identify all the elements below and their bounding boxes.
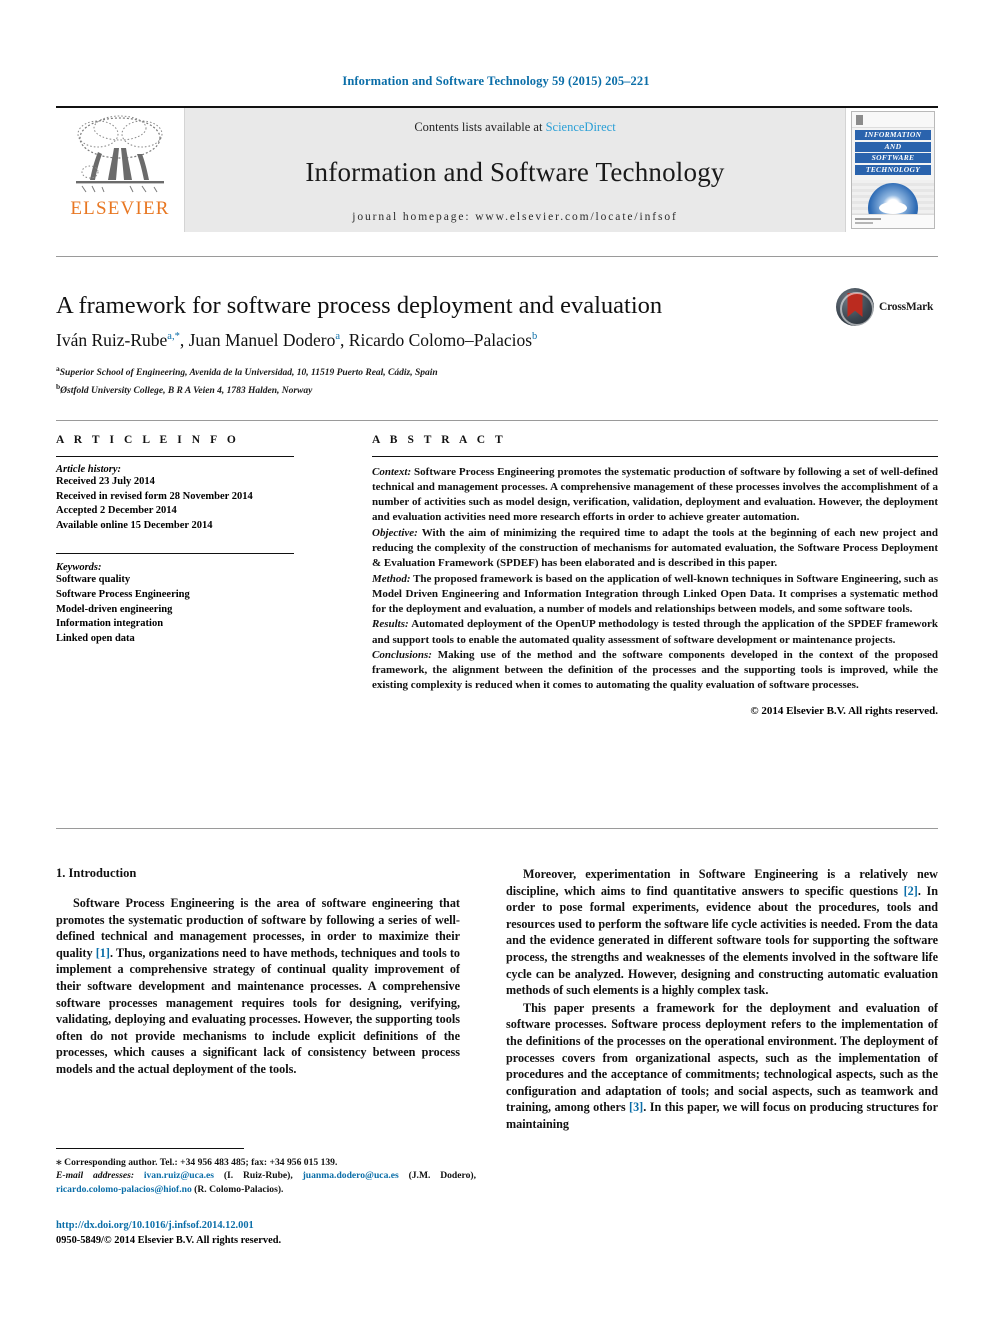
abstract-label-results: Results: <box>372 618 409 631</box>
abstract-panel: A B S T R A C T Context: Software Proces… <box>372 434 938 717</box>
crossmark-icon <box>836 288 874 326</box>
abstract-label-objective: Objective: <box>372 526 418 539</box>
author-marks-2[interactable]: b <box>532 331 537 342</box>
info-divider-bottom <box>56 828 938 829</box>
affiliation-b: bØstfold University College, B R A Veien… <box>56 380 756 398</box>
running-head: Information and Software Technology 59 (… <box>342 74 650 88</box>
abstract-text-objective: With the aim of minimizing the required … <box>372 526 938 570</box>
email-owner-1: (J.M. Dodero) <box>408 1170 474 1182</box>
article-history-label: Article history: <box>56 464 122 475</box>
abstract-text-conclusions: Making use of the method and the softwar… <box>372 649 938 692</box>
article-history-1: Received in revised form 28 November 201… <box>56 490 253 502</box>
affiliations: aSuperior School of Engineering, Avenida… <box>56 362 756 398</box>
email-owner-0: (I. Ruiz-Rube) <box>223 1170 291 1182</box>
crossmark-badge[interactable]: CrossMark <box>836 288 938 326</box>
email-link-0[interactable]: ivan.ruiz@uca.es <box>144 1170 214 1181</box>
body-column-right: Moreover, experimentation in Software En… <box>506 866 938 1134</box>
email-owner-2: (R. Colomo-Palacios) <box>194 1183 282 1195</box>
footnote-block: ⁎ Corresponding author. Tel.: +34 956 48… <box>56 1156 476 1195</box>
email-addresses-label: E-mail addresses: <box>56 1170 135 1182</box>
affiliation-text-b: Østfold University College, B R A Veien … <box>60 386 313 397</box>
journal-masthead: ELSEVIER Contents lists available at Sci… <box>56 106 938 232</box>
article-info-panel: A R T I C L E I N F O Article history: R… <box>56 434 356 646</box>
keyword-3: Information integration <box>56 618 164 630</box>
intro-paragraph-3: This paper presents a framework for the … <box>506 1000 939 1131</box>
cover-title-bands: INFORMATION AND SOFTWARE TECHNOLOGY <box>852 128 934 175</box>
intro-paragraph-2: Moreover, experimentation in Software En… <box>506 867 938 998</box>
body-column-left: 1. Introduction Software Process Enginee… <box>56 866 460 1079</box>
abstract-copyright: © 2014 Elsevier B.V. All rights reserved… <box>750 705 938 718</box>
keyword-0: Software quality <box>56 574 131 586</box>
journal-title: Information and Software Technology <box>305 156 725 187</box>
affiliation-text-a: Superior School of Engineering, Avenida … <box>59 368 438 379</box>
abstract-paragraph-method: Method: The proposed framework is based … <box>372 572 938 617</box>
article-history-2: Accepted 2 December 2014 <box>56 505 177 517</box>
abstract-label-context: Context: <box>372 466 412 478</box>
citation-ref[interactable]: [1] <box>96 946 110 960</box>
author-name-1: Juan Manuel Dodero <box>188 330 336 350</box>
intro-paragraph-1: Software Process Engineering is the area… <box>56 896 461 1076</box>
author-list: Iván Ruiz-Rubea,*, Juan Manuel Doderoa, … <box>56 330 538 350</box>
doi-block: http://dx.doi.org/10.1016/j.infsof.2014.… <box>56 1219 476 1248</box>
info-divider-top <box>56 420 938 421</box>
abstract-text-context: Software Process Engineering promotes th… <box>372 466 938 524</box>
footnote-divider <box>56 1148 244 1149</box>
doi-link[interactable]: http://dx.doi.org/10.1016/j.infsof.2014.… <box>56 1219 476 1234</box>
cover-band-0: INFORMATION <box>855 130 931 140</box>
cover-band-2: SOFTWARE <box>855 153 931 163</box>
journal-cover-block: INFORMATION AND SOFTWARE TECHNOLOGY <box>846 108 938 232</box>
article-page: Information and Software Technology 59 (… <box>0 0 992 1323</box>
author-marks-1[interactable]: a <box>335 331 340 342</box>
section-heading-introduction: 1. Introduction <box>56 866 137 880</box>
email-link-1[interactable]: juanma.dodero@uca.es <box>303 1170 399 1181</box>
corresponding-author-text: Corresponding author. Tel.: +34 956 483 … <box>64 1157 338 1168</box>
author-name-2: Ricardo Colomo–Palacios <box>348 330 533 350</box>
abstract-text-results: Automated deployment of the OpenUP metho… <box>372 618 938 646</box>
email-link-2[interactable]: ricardo.colomo-palacios@hiof.no <box>56 1184 192 1195</box>
elsevier-logo: ELSEVIER <box>56 108 184 232</box>
cover-footer <box>852 214 934 228</box>
citation-ref[interactable]: [3] <box>629 1100 643 1114</box>
journal-band: Contents lists available at ScienceDirec… <box>184 108 846 232</box>
article-history-0: Received 23 July 2014 <box>56 476 155 487</box>
contents-prefix: Contents lists available at <box>414 120 546 134</box>
sciencedirect-link[interactable]: ScienceDirect <box>546 120 616 134</box>
citation-ref[interactable]: [2] <box>904 884 918 898</box>
elsevier-tree-icon <box>76 115 164 193</box>
article-history-3: Available online 15 December 2014 <box>56 519 213 531</box>
cover-band-1: AND <box>855 141 931 152</box>
journal-homepage-line[interactable]: journal homepage: www.elsevier.com/locat… <box>352 211 678 223</box>
author-marks-0[interactable]: a,* <box>167 331 180 342</box>
abstract-paragraph-conclusions: Conclusions: Making use of the method an… <box>372 648 938 693</box>
article-info-heading: A R T I C L E I N F O <box>56 434 240 446</box>
crossmark-label: CrossMark <box>879 301 934 313</box>
title-divider <box>56 256 938 257</box>
elsevier-wordmark: ELSEVIER <box>70 198 170 219</box>
issn-copyright-line: 0950-5849/© 2014 Elsevier B.V. All right… <box>56 1234 282 1246</box>
cover-band-3: TECHNOLOGY <box>855 164 931 175</box>
cover-topbar <box>852 112 934 128</box>
abstract-label-conclusions: Conclusions: <box>372 649 432 662</box>
abstract-label-method: Method: <box>372 572 411 585</box>
abstract-paragraph-objective: Objective: With the aim of minimizing th… <box>372 526 938 571</box>
abstract-heading: A B S T R A C T <box>372 434 507 446</box>
contents-available-line: Contents lists available at ScienceDirec… <box>414 120 615 135</box>
abstract-paragraph-results: Results: Automated deployment of the Ope… <box>372 617 938 647</box>
keywords-label: Keywords: <box>56 562 102 574</box>
keywords-rule <box>56 553 294 555</box>
article-info-rule <box>56 456 294 457</box>
keyword-1: Software Process Engineering <box>56 588 190 600</box>
abstract-text-method: The proposed framework is based on the a… <box>372 572 938 615</box>
keyword-2: Model-driven engineering <box>56 603 173 615</box>
abstract-rule <box>372 456 938 457</box>
page-title: A framework for software process deploym… <box>56 292 663 319</box>
affiliation-a: aSuperior School of Engineering, Avenida… <box>56 362 756 380</box>
abstract-paragraph-context: Context: Software Process Engineering pr… <box>372 465 938 525</box>
author-name-0: Iván Ruiz-Rube <box>56 330 168 350</box>
corresponding-author-marker: ⁎ <box>56 1156 62 1168</box>
keyword-4: Linked open data <box>56 632 135 644</box>
journal-cover-thumbnail: INFORMATION AND SOFTWARE TECHNOLOGY <box>851 111 935 229</box>
